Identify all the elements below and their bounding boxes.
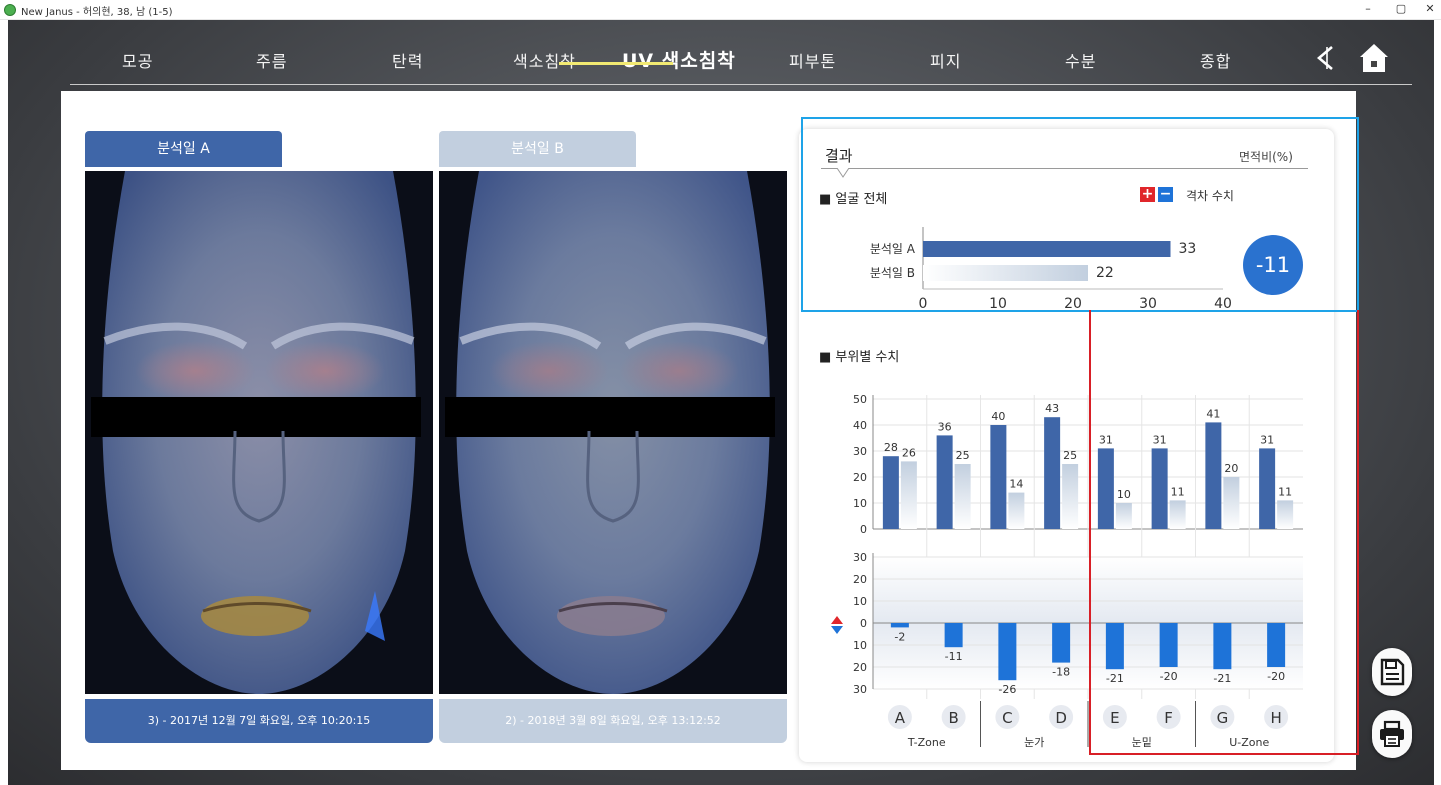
diff-y-tick-4: 0 bbox=[860, 617, 867, 630]
series-a-value-A: 28 bbox=[884, 441, 898, 454]
analysis-date-a-tab[interactable]: 분석일 A bbox=[85, 131, 282, 167]
diff-y-tick-3: 10 bbox=[853, 595, 867, 608]
top-y-tick-4: 30 bbox=[853, 445, 867, 458]
series-b-value-B: 25 bbox=[956, 449, 970, 462]
series-b-value-A: 26 bbox=[902, 446, 916, 459]
difference-value-A: -2 bbox=[894, 630, 905, 643]
series-a-value-C: 40 bbox=[991, 410, 1005, 423]
nav-tab-8[interactable]: 수분 bbox=[1065, 48, 1096, 72]
analysis-date-b-tab[interactable]: 분석일 B bbox=[439, 131, 636, 167]
save-button[interactable] bbox=[1372, 648, 1412, 696]
region-values-label: ■ 부위별 수치 bbox=[819, 350, 900, 365]
minimize-button[interactable]: – bbox=[1360, 2, 1376, 15]
restore-button[interactable]: ▢ bbox=[1393, 2, 1409, 15]
analysis-date-b-timestamp[interactable]: 2) - 2018년 3월 8일 화요일, 오후 13:12:52 bbox=[439, 699, 787, 743]
difference-bar-A bbox=[890, 623, 909, 628]
group-label-1: T-Zone bbox=[907, 736, 946, 749]
printer-icon bbox=[1380, 720, 1404, 747]
highlight-box-whole-face bbox=[801, 117, 1359, 312]
back-icon[interactable] bbox=[1314, 44, 1336, 72]
series-a-value-B: 36 bbox=[938, 420, 952, 433]
series-a-bar-C bbox=[990, 425, 1007, 529]
series-b-bar-D bbox=[1062, 464, 1079, 529]
category-label-B: B bbox=[948, 709, 958, 727]
top-navigation: 모공 주름 탄력 색소침착 UV 색소침착 피부톤 피지 수분 종합 bbox=[70, 38, 1410, 84]
group-label-2: 눈가 bbox=[1024, 736, 1044, 749]
category-label-C: C bbox=[1002, 709, 1012, 727]
face-image-b bbox=[439, 171, 787, 694]
category-label-A: A bbox=[895, 709, 906, 727]
diff-y-tick-7: 30 bbox=[853, 683, 867, 696]
series-a-bar-A bbox=[882, 456, 899, 529]
diff-y-tick-2: 20 bbox=[853, 573, 867, 586]
diff-y-tick-5: 10 bbox=[853, 639, 867, 652]
series-b-bar-B bbox=[954, 464, 971, 529]
home-icon[interactable] bbox=[1358, 42, 1390, 74]
window-titlebar: New Janus - 허의현, 38, 남 (1-5) – ▢ ✕ bbox=[0, 0, 1441, 20]
decrease-arrow-icon bbox=[831, 626, 843, 634]
nav-tab-2[interactable]: 주름 bbox=[256, 48, 287, 72]
close-button[interactable]: ✕ bbox=[1422, 2, 1438, 15]
difference-value-C: -26 bbox=[998, 683, 1016, 696]
series-a-bar-D bbox=[1044, 417, 1061, 529]
nav-tab-4[interactable]: 색소침착 bbox=[513, 48, 576, 72]
analysis-date-a-timestamp[interactable]: 3) - 2017년 12월 7일 화요일, 오후 10:20:15 bbox=[85, 699, 433, 743]
face-image-a bbox=[85, 171, 433, 694]
top-y-tick-3: 20 bbox=[853, 471, 867, 484]
window-title: New Janus - 허의현, 38, 남 (1-5) bbox=[21, 7, 173, 18]
series-b-value-D: 25 bbox=[1063, 449, 1077, 462]
nav-tab-7[interactable]: 피지 bbox=[930, 48, 961, 72]
nav-divider bbox=[70, 84, 1412, 85]
app-logo-icon bbox=[4, 4, 16, 16]
difference-bar-C bbox=[998, 623, 1017, 681]
difference-bar-D bbox=[1052, 623, 1071, 663]
top-y-tick-5: 40 bbox=[853, 419, 867, 432]
difference-value-B: -11 bbox=[945, 650, 963, 663]
nav-tab-6[interactable]: 피부톤 bbox=[789, 48, 836, 72]
nav-tab-5[interactable]: UV 색소침착 bbox=[622, 46, 736, 73]
increase-arrow-icon bbox=[831, 616, 843, 624]
active-tab-underline bbox=[559, 62, 673, 65]
top-y-tick-1: 0 bbox=[860, 523, 867, 536]
highlight-box-region bbox=[1089, 310, 1359, 755]
series-b-bar-A bbox=[900, 461, 917, 529]
print-button[interactable] bbox=[1372, 710, 1412, 758]
difference-bar-B bbox=[944, 623, 963, 648]
save-icon bbox=[1380, 658, 1405, 686]
top-y-tick-6: 50 bbox=[853, 393, 867, 406]
series-a-value-D: 43 bbox=[1045, 402, 1059, 415]
nav-tab-1[interactable]: 모공 bbox=[122, 48, 153, 72]
diff-y-tick-6: 20 bbox=[853, 661, 867, 674]
nav-tab-3[interactable]: 탄력 bbox=[392, 48, 423, 72]
nav-tab-9[interactable]: 종합 bbox=[1200, 48, 1231, 72]
series-b-value-C: 14 bbox=[1009, 478, 1023, 491]
diff-y-tick-1: 30 bbox=[853, 551, 867, 564]
top-y-tick-2: 10 bbox=[853, 497, 867, 510]
category-label-D: D bbox=[1055, 709, 1067, 727]
series-b-bar-C bbox=[1008, 492, 1025, 529]
difference-value-D: -18 bbox=[1052, 666, 1070, 679]
series-a-bar-B bbox=[936, 435, 953, 529]
